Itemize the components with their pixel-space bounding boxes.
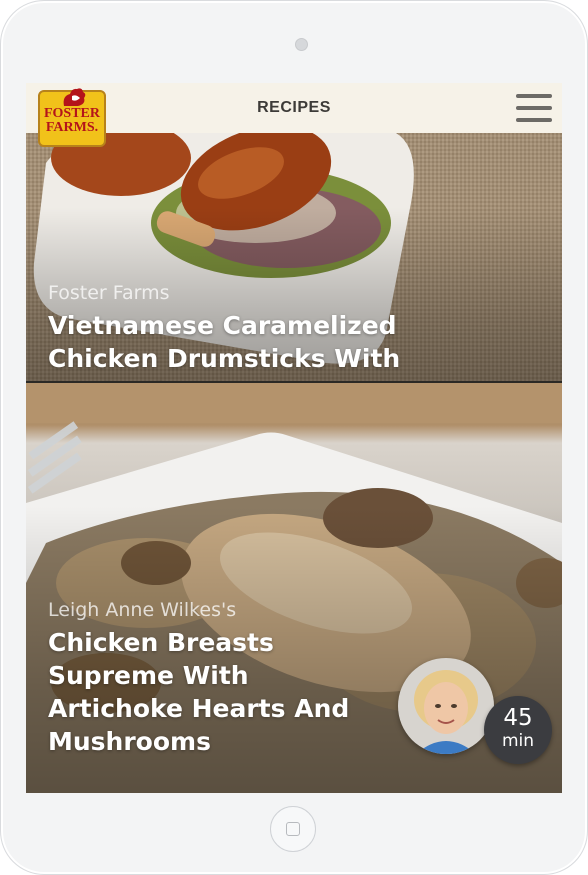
home-button[interactable] [270,806,316,852]
recipe-title: Chicken Breasts Supreme With Artichoke H… [48,628,350,756]
menu-bar-icon [516,94,552,98]
home-square-icon [286,822,300,836]
menu-bar-icon [516,118,552,122]
menu-button[interactable] [516,94,552,124]
recipe-card[interactable]: Foster Farms Vietnamese Caramelized Chic… [26,133,562,381]
recipe-source: Foster Farms [48,282,170,304]
cook-time-unit: min [501,731,535,751]
foster-farms-logo[interactable]: FOSTER FARMS. [38,88,106,147]
cook-time-value: 45 [503,705,533,731]
recipe-card[interactable]: Leigh Anne Wilkes's Chicken Breasts Supr… [26,383,562,793]
logo-line: FARMS. [45,120,99,135]
menu-bar-icon [516,106,552,110]
recipe-source: Leigh Anne Wilkes's [48,599,237,621]
tablet-device: RECIPES Foster Farms Vietnamese Carameli… [0,0,588,875]
author-avatar[interactable] [398,658,494,754]
app-screen: RECIPES Foster Farms Vietnamese Carameli… [26,83,562,793]
app-header: RECIPES [26,83,562,133]
recipe-title: Vietnamese Caramelized Chicken Drumstick… [48,311,401,381]
logo-line: FOSTER [43,106,100,121]
logo-text: FOSTER FARMS. [40,107,104,135]
camera-icon [295,38,308,51]
page-title: RECIPES [257,99,331,116]
author-photo [398,658,494,754]
cook-time-badge: 45 min [484,696,552,764]
rooster-icon [63,88,86,106]
